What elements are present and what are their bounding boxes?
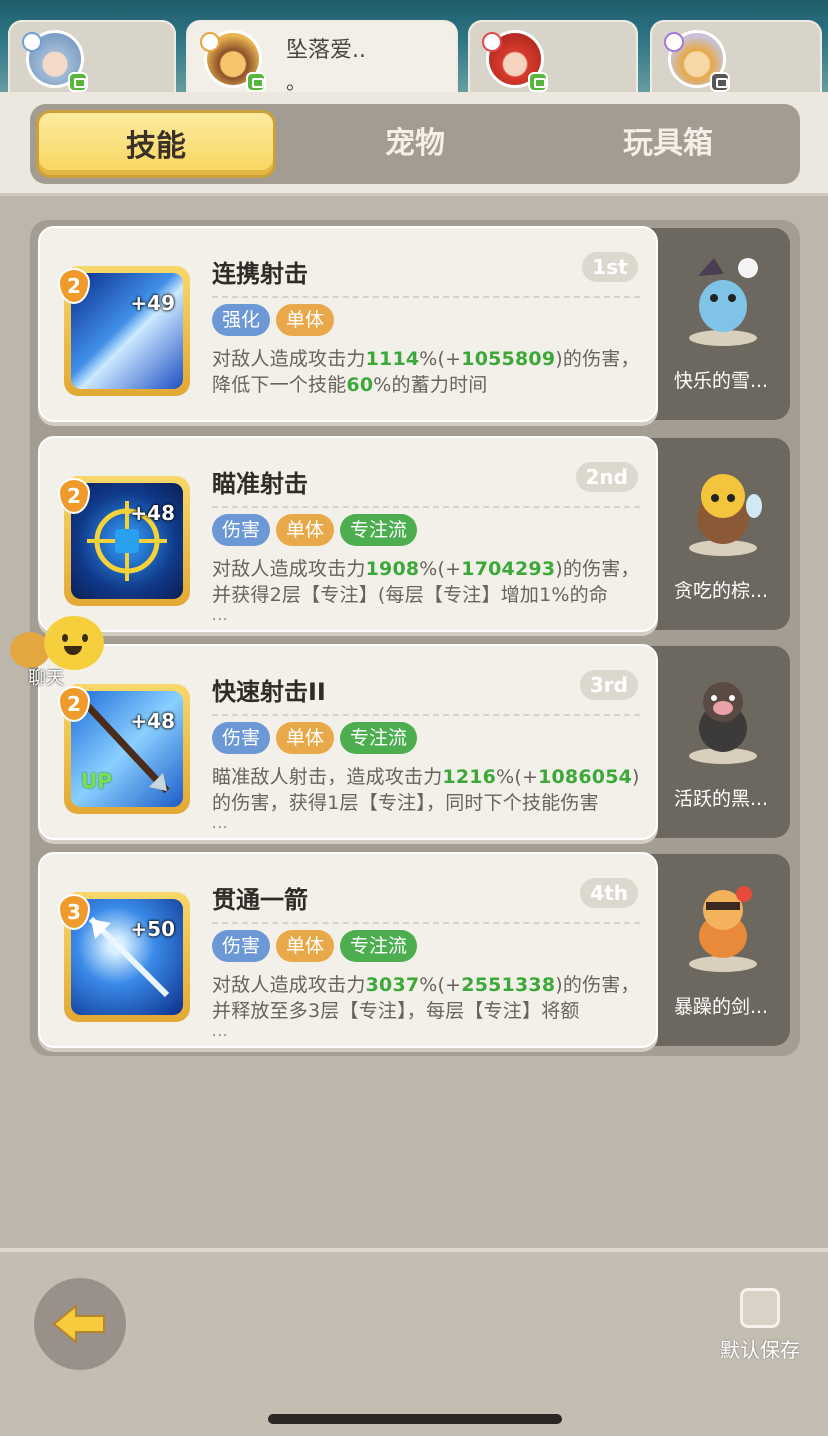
skill-card[interactable]: +48 UP 2 快速射击II 3rd 伤害 单体 专注流 瞄准敌人射击，造成攻… — [38, 644, 658, 840]
default-save-label: 默认保存 — [720, 1338, 800, 1362]
skill-tags: 伤害 单体 专注流 — [212, 722, 418, 754]
more-indicator: ... — [212, 608, 229, 624]
smiley-icon — [44, 616, 104, 670]
footer-bar: 默认保存 — [0, 1248, 828, 1436]
skill-row-3: 活跃的黑... +48 UP 2 快速射击II 3rd 伤害 单体 专注流 瞄准… — [38, 644, 790, 840]
divider — [212, 714, 640, 716]
skill-title: 快速射击II — [212, 678, 326, 706]
skill-rank-badge: 1st — [582, 252, 638, 282]
pet-figure-icon — [689, 682, 757, 764]
back-button[interactable] — [34, 1278, 126, 1370]
pet-figure-icon — [689, 474, 762, 556]
skill-row-2: 贪吃的棕... +48 2 瞄准射击 2nd 伤害 单体 专注流 对敌人造成攻击… — [38, 436, 790, 632]
chat-label: 聊天 — [28, 668, 64, 689]
divider — [212, 506, 640, 508]
skill-rank-badge: 3rd — [579, 670, 638, 700]
skill-tags: 强化 单体 — [212, 304, 335, 336]
skill-title: 贯通一箭 — [212, 886, 308, 914]
tag: 单体 — [276, 930, 335, 962]
skill-title: 瞄准射击 — [212, 470, 308, 498]
divider — [212, 922, 640, 924]
character-tab-3[interactable] — [468, 20, 638, 100]
skill-bonus: +48 — [130, 709, 175, 733]
upgrade-indicator: UP — [81, 769, 112, 793]
divider — [212, 296, 640, 298]
skill-tags: 伤害 单体 专注流 — [212, 514, 418, 546]
character-subtext: 。 — [286, 70, 306, 94]
pet-name: 快乐的雪... — [673, 370, 769, 392]
tag: 专注流 — [340, 514, 418, 546]
skill-bonus: +49 — [130, 291, 175, 315]
tab-skills[interactable]: 技能 — [36, 110, 276, 178]
pet-slot[interactable]: 快乐的雪... — [646, 228, 790, 420]
skill-card[interactable]: +48 2 瞄准射击 2nd 伤害 单体 专注流 对敌人造成攻击力1908%(+… — [38, 436, 658, 632]
tag: 单体 — [276, 514, 335, 546]
chat-button[interactable]: 聊天 — [8, 614, 104, 690]
tag: 伤害 — [212, 514, 271, 546]
pet-figure-icon — [689, 258, 758, 346]
more-indicator: ... — [212, 816, 229, 832]
pet-slot[interactable]: 暴躁的剑... — [646, 854, 790, 1046]
skill-card[interactable]: +50 3 贯通一箭 4th 伤害 单体 专注流 对敌人造成攻击力3037%(+… — [38, 852, 658, 1048]
tag: 伤害 — [212, 722, 271, 754]
pet-slot[interactable]: 贪吃的棕... — [646, 438, 790, 630]
tag: 单体 — [276, 722, 335, 754]
skill-description: 对敌人造成攻击力1114%(+1055809)的伤害，降低下一个技能60%的蓄力… — [212, 348, 640, 396]
skill-row-4: 暴躁的剑... +50 3 贯通一箭 4th 伤害 单体 专注流 对敌人造成攻击… — [38, 852, 790, 1048]
back-arrow-icon — [52, 1304, 105, 1344]
tag: 专注流 — [340, 930, 418, 962]
pet-name: 活跃的黑... — [673, 788, 769, 810]
character-tab-strip: 坠落爱.. 。 — [0, 0, 828, 104]
skill-description: 对敌人造成攻击力1908%(+1704293)的伤害，并获得2层【专注】(每层【… — [212, 558, 640, 606]
element-icon — [22, 32, 42, 52]
pet-name: 暴躁的剑... — [673, 996, 769, 1018]
skill-bonus: +50 — [130, 917, 175, 941]
character-name: 坠落爱.. — [286, 38, 366, 63]
tag: 单体 — [276, 304, 335, 336]
tag: 专注流 — [340, 722, 418, 754]
more-indicator: ... — [212, 1024, 229, 1040]
element-icon — [664, 32, 684, 52]
skill-rank-badge: 4th — [580, 878, 638, 908]
tag: 强化 — [212, 304, 271, 336]
chat-status-icon — [710, 72, 730, 92]
skill-bonus: +48 — [130, 501, 175, 525]
element-icon — [482, 32, 502, 52]
character-tab-4[interactable] — [650, 20, 822, 100]
tab-toybox[interactable]: 玩具箱 — [548, 110, 788, 178]
pet-name: 贪吃的棕... — [673, 580, 769, 602]
element-icon — [200, 32, 220, 52]
skill-rank-badge: 2nd — [575, 462, 638, 492]
tag: 伤害 — [212, 930, 271, 962]
pet-figure-icon — [689, 886, 757, 972]
chat-status-icon — [246, 72, 266, 92]
chat-status-icon — [68, 72, 88, 92]
segment-bar: 技能 宠物 玩具箱 — [0, 92, 828, 196]
skill-title: 连携射击 — [212, 260, 308, 288]
skill-tags: 伤害 单体 专注流 — [212, 930, 418, 962]
character-tab-1[interactable] — [8, 20, 176, 100]
chat-status-icon — [528, 72, 548, 92]
pet-slot[interactable]: 活跃的黑... — [646, 646, 790, 838]
skill-row-1: 快乐的雪... +49 2 连携射击 1st 强化 单体 对敌人造成攻击力111… — [38, 226, 790, 422]
skill-description: 瞄准敌人射击，造成攻击力1216%(+1086054)的伤害，获得1层【专注】，… — [212, 766, 640, 814]
segment-track: 技能 宠物 玩具箱 — [30, 104, 800, 184]
tab-pets[interactable]: 宠物 — [295, 110, 535, 178]
default-save-checkbox[interactable] — [740, 1288, 780, 1328]
skill-description: 对敌人造成攻击力3037%(+2551338)的伤害，并释放至多3层【专注】，每… — [212, 974, 640, 1022]
home-indicator[interactable] — [268, 1414, 562, 1424]
skill-card[interactable]: +49 2 连携射击 1st 强化 单体 对敌人造成攻击力1114%(+1055… — [38, 226, 658, 422]
